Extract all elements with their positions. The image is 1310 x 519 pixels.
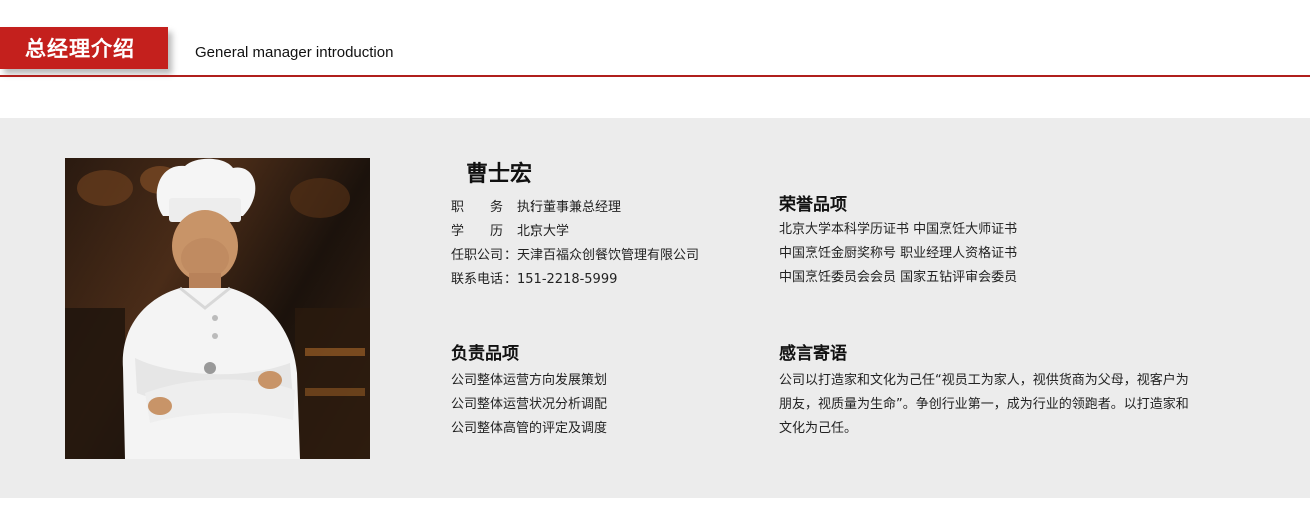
list-item: 中国烹饪金厨奖称号 职业经理人资格证书 [779,246,1018,261]
list-item: 公司整体运营状况分析调配 [451,397,608,412]
motto-text: 公司以打造家和文化为己任“视员工为家人，视供货商为父母，视客户为朋友，视质量为生… [779,373,1189,436]
header-subtitle: General manager introduction [195,44,394,61]
info-label-text: 联系电话 [451,272,504,287]
info-value-position: 执行董事兼总经理 [517,200,622,215]
info-row-education: 学历 ： 北京大学 [451,220,699,244]
info-row-phone: 联系电话 ： 151-2218-5999 [451,268,699,292]
header-divider [0,75,1310,77]
list-item: 北京大学本科学历证书 中国烹饪大师证书 [779,222,1018,237]
chef-portrait-photo [65,158,370,459]
section-header: 总经理介绍 General manager introduction [0,0,1310,80]
honors-list: 北京大学本科学历证书 中国烹饪大师证书 中国烹饪金厨奖称号 职业经理人资格证书 … [779,218,1017,290]
info-separator: ： [503,272,517,287]
motto-title: 感言寄语 [779,344,847,364]
manager-name: 曹士宏 [466,162,533,187]
info-label-phone: 联系电话 ： [451,268,517,292]
chef-portrait-icon [65,158,370,459]
duties-title: 负责品项 [451,344,519,364]
info-value-company: 天津百福众创餐饮管理有限公司 [517,248,700,263]
info-label-position: 职务 ： [451,196,542,220]
info-value-education: 北京大学 [517,224,570,239]
info-row-company: 任职公司 ： 天津百福众创餐饮管理有限公司 [451,244,699,268]
info-separator: ： [503,248,517,263]
profile-info-list: 职务 ： 执行董事兼总经理 学历 ： 北京大学 任职公司 ： 天津百福众创餐饮管… [451,196,699,292]
list-item: 中国烹饪委员会会员 国家五钻评审会委员 [779,270,1018,285]
list-item: 公司整体高管的评定及调度 [451,421,608,436]
info-label-education: 学历 ： [451,220,542,244]
header-title: 总经理介绍 [0,27,168,69]
honors-title: 荣誉品项 [779,195,847,215]
duties-list: 公司整体运营方向发展策划 公司整体运营状况分析调配 公司整体高管的评定及调度 [451,369,607,441]
info-value-phone: 151-2218-5999 [517,272,618,287]
info-label-company: 任职公司 ： [451,244,517,268]
list-item: 公司整体运营方向发展策划 [451,373,608,388]
profile-panel: 曹士宏 职务 ： 执行董事兼总经理 学历 ： 北京大学 任职公司 ： 天津百福众… [0,118,1310,498]
info-row-position: 职务 ： 执行董事兼总经理 [451,196,699,220]
info-label-text: 任职公司 [451,248,504,263]
